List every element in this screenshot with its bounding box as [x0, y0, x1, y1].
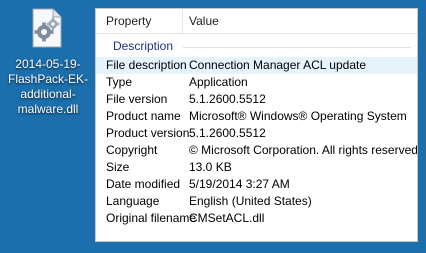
property-name: File version	[106, 92, 168, 106]
section-header-description: Description	[96, 37, 417, 57]
column-header-value[interactable]: Value	[189, 9, 219, 33]
column-header-property[interactable]: Property	[106, 9, 151, 33]
property-list: File description Connection Manager ACL u…	[96, 57, 417, 227]
dll-file-gear-icon	[29, 8, 65, 48]
property-row[interactable]: Original filename CMSetACL.dll	[96, 210, 417, 227]
property-name: Original filename	[106, 211, 197, 225]
column-header: Property Value	[96, 9, 417, 34]
property-row[interactable]: File description Connection Manager ACL u…	[96, 57, 417, 74]
property-value: © Microsoft Corporation. All rights rese…	[189, 143, 418, 157]
property-value: 13.0 KB	[189, 160, 232, 174]
property-value: 5/19/2014 3:27 AM	[189, 177, 290, 191]
property-name: File description	[106, 58, 187, 72]
property-name: Size	[106, 160, 130, 174]
property-value: CMSetACL.dll	[189, 211, 265, 225]
property-row[interactable]: Product version 5.1.2600.5512	[96, 125, 417, 142]
property-value: Microsoft® Windows® Operating System	[189, 109, 407, 123]
property-name: Product name	[106, 109, 181, 123]
property-row[interactable]: Type Application	[96, 74, 417, 91]
desktop-file-icon[interactable]: 2014-05-19-FlashPack-EK-additional-malwa…	[0, 0, 96, 140]
property-name: Type	[106, 75, 133, 89]
property-value: English (United States)	[189, 194, 312, 208]
property-value: 5.1.2600.5512	[189, 126, 266, 140]
property-value: 5.1.2600.5512	[189, 92, 266, 106]
property-row[interactable]: Copyright © Microsoft Corporation. All ri…	[96, 142, 417, 159]
property-value: Connection Manager ACL update	[189, 58, 367, 72]
property-name: Product version	[106, 126, 190, 140]
property-name: Copyright	[106, 143, 158, 157]
property-row[interactable]: Size 13.0 KB	[96, 159, 417, 176]
property-value: Application	[189, 75, 248, 89]
property-row[interactable]: Language English (United States)	[96, 193, 417, 210]
properties-panel: Property Value Description File descript…	[95, 8, 418, 242]
section-divider	[183, 47, 411, 48]
property-row[interactable]: Date modified 5/19/2014 3:27 AM	[96, 176, 417, 193]
column-divider[interactable]	[182, 9, 183, 33]
property-row[interactable]: File version 5.1.2600.5512	[96, 91, 417, 108]
file-name-label: 2014-05-19-FlashPack-EK-additional-malwa…	[7, 57, 89, 116]
property-name: Date modified	[106, 177, 181, 191]
property-name: Language	[106, 194, 160, 208]
section-title: Description	[113, 39, 174, 53]
property-row[interactable]: Product name Microsoft® Windows® Operatin…	[96, 108, 417, 125]
